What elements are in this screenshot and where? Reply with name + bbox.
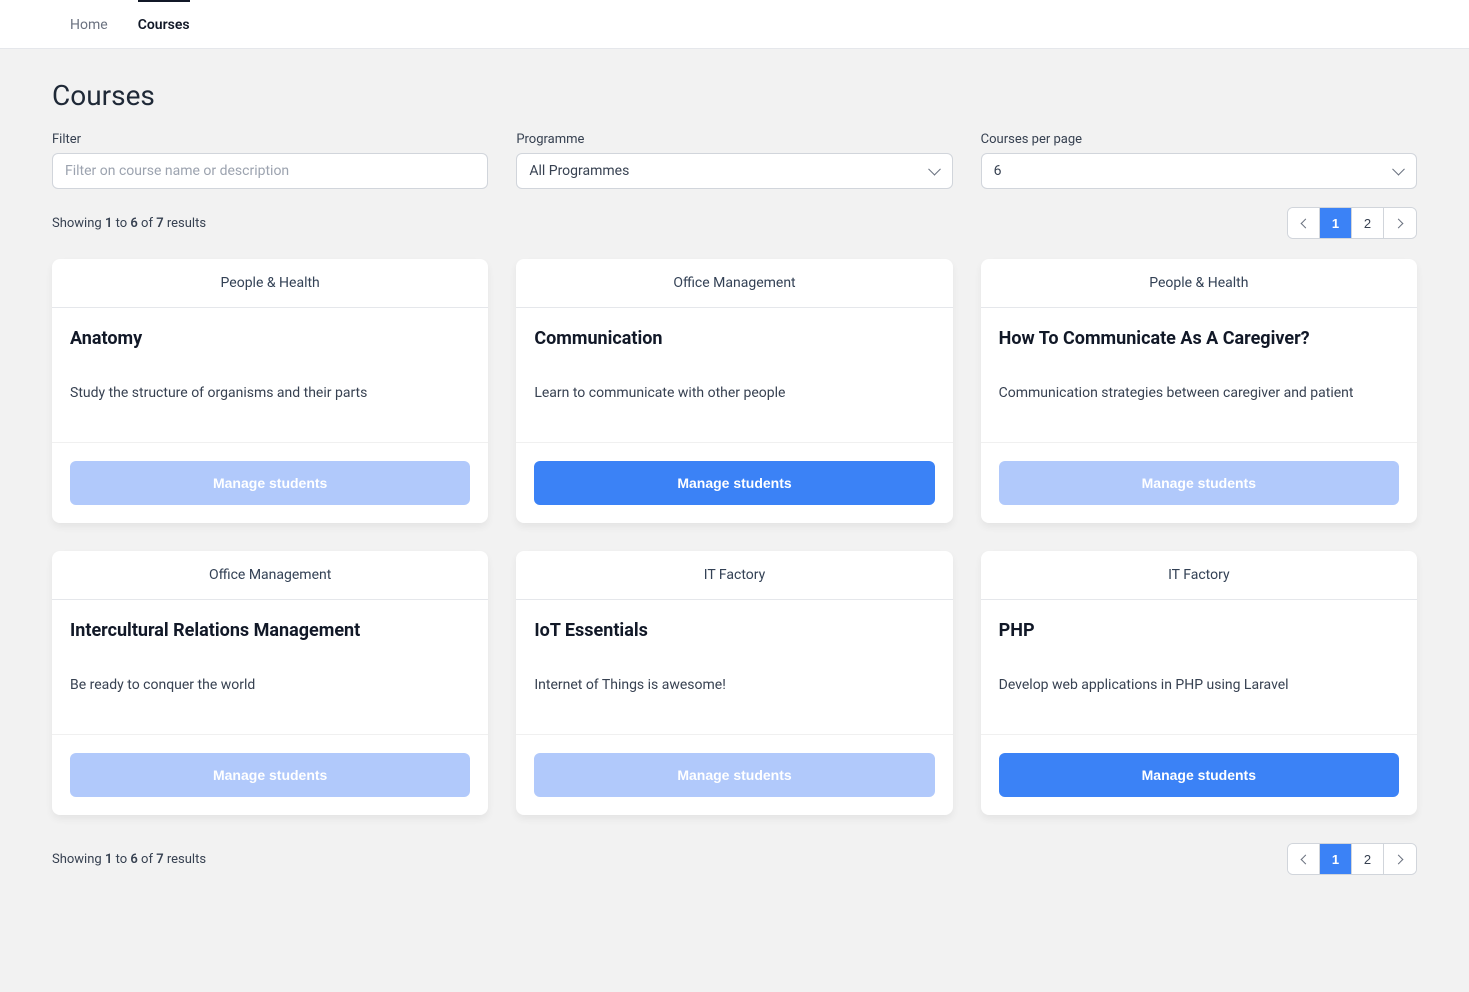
course-card: People & HealthHow To Communicate As A C… bbox=[981, 259, 1417, 523]
page-title: Courses bbox=[52, 79, 1417, 112]
card-description: Develop web applications in PHP using La… bbox=[999, 677, 1399, 693]
card-description: Be ready to conquer the world bbox=[70, 677, 470, 693]
nav-courses[interactable]: Courses bbox=[138, 0, 190, 48]
card-body: Anatomy Study the structure of organisms … bbox=[52, 308, 488, 442]
manage-students-button: Manage students bbox=[534, 753, 934, 797]
card-body: Communication Learn to communicate with o… bbox=[516, 308, 952, 442]
card-footer: Manage students bbox=[981, 442, 1417, 523]
card-programme: IT Factory bbox=[981, 551, 1417, 600]
course-card: Office Management Communication Learn to c… bbox=[516, 259, 952, 523]
manage-students-button: Manage students bbox=[999, 461, 1399, 505]
manage-students-button: Manage students bbox=[70, 753, 470, 797]
card-body: IoT Essentials Internet of Things is awes… bbox=[516, 600, 952, 734]
course-card: IT Factory IoT Essentials Internet of Thin… bbox=[516, 551, 952, 815]
programme-select[interactable]: All Programmes bbox=[516, 153, 952, 189]
card-programme: Office Management bbox=[516, 259, 952, 308]
results-summary: Showing 1 to 6 of 7 results bbox=[52, 216, 206, 231]
page-next[interactable] bbox=[1384, 844, 1416, 874]
chevron-left-icon bbox=[1300, 218, 1310, 228]
filter-bar: Filter Programme All Programmes Courses … bbox=[52, 132, 1417, 189]
course-card: People & Health Anatomy Study the structur… bbox=[52, 259, 488, 523]
results-summary-bottom: Showing 1 to 6 of 7 results bbox=[52, 852, 206, 867]
card-footer: Manage students bbox=[516, 734, 952, 815]
nav-home[interactable]: Home bbox=[70, 0, 108, 48]
card-programme: Office Management bbox=[52, 551, 488, 600]
card-programme: IT Factory bbox=[516, 551, 952, 600]
chevron-left-icon bbox=[1300, 854, 1310, 864]
page-next[interactable] bbox=[1384, 208, 1416, 238]
card-title: Anatomy bbox=[70, 328, 470, 349]
card-description: Study the structure of organisms and the… bbox=[70, 385, 470, 401]
page-2[interactable]: 2 bbox=[1352, 844, 1384, 874]
card-body: PHP Develop web applications in PHP using… bbox=[981, 600, 1417, 734]
card-description: Communication strategies between caregiv… bbox=[999, 385, 1399, 401]
page-1[interactable]: 1 bbox=[1320, 208, 1352, 238]
card-programme: People & Health bbox=[981, 259, 1417, 308]
card-title: IoT Essentials bbox=[534, 620, 934, 641]
chevron-right-icon bbox=[1394, 854, 1404, 864]
navbar: Home Courses bbox=[0, 0, 1469, 49]
card-description: Learn to communicate with other people bbox=[534, 385, 934, 401]
card-body: How To Communicate As A Caregiver? Commun… bbox=[981, 308, 1417, 442]
card-programme: People & Health bbox=[52, 259, 488, 308]
card-body: Intercultural Relations Management Be rea… bbox=[52, 600, 488, 734]
pagination-top: 12 bbox=[1287, 207, 1417, 239]
card-footer: Manage students bbox=[52, 734, 488, 815]
card-footer: Manage students bbox=[981, 734, 1417, 815]
perpage-select[interactable]: 6 bbox=[981, 153, 1417, 189]
chevron-right-icon bbox=[1394, 218, 1404, 228]
card-title: PHP bbox=[999, 620, 1399, 641]
manage-students-button: Manage students bbox=[70, 461, 470, 505]
card-title: Intercultural Relations Management bbox=[70, 620, 470, 641]
manage-students-button[interactable]: Manage students bbox=[999, 753, 1399, 797]
card-footer: Manage students bbox=[52, 442, 488, 523]
card-footer: Manage students bbox=[516, 442, 952, 523]
programme-label: Programme bbox=[516, 132, 952, 147]
manage-students-button[interactable]: Manage students bbox=[534, 461, 934, 505]
pagination-bottom: 12 bbox=[1287, 843, 1417, 875]
page-prev[interactable] bbox=[1288, 208, 1320, 238]
cards-grid: People & Health Anatomy Study the structur… bbox=[52, 259, 1417, 815]
perpage-label: Courses per page bbox=[981, 132, 1417, 147]
card-title: How To Communicate As A Caregiver? bbox=[999, 328, 1399, 349]
course-card: Office ManagementIntercultural Relations… bbox=[52, 551, 488, 815]
page-1[interactable]: 1 bbox=[1320, 844, 1352, 874]
page-prev[interactable] bbox=[1288, 844, 1320, 874]
filter-label: Filter bbox=[52, 132, 488, 147]
course-card: IT Factory PHP Develop web applications in… bbox=[981, 551, 1417, 815]
card-description: Internet of Things is awesome! bbox=[534, 677, 934, 693]
page-2[interactable]: 2 bbox=[1352, 208, 1384, 238]
filter-input[interactable] bbox=[52, 153, 488, 189]
card-title: Communication bbox=[534, 328, 934, 349]
